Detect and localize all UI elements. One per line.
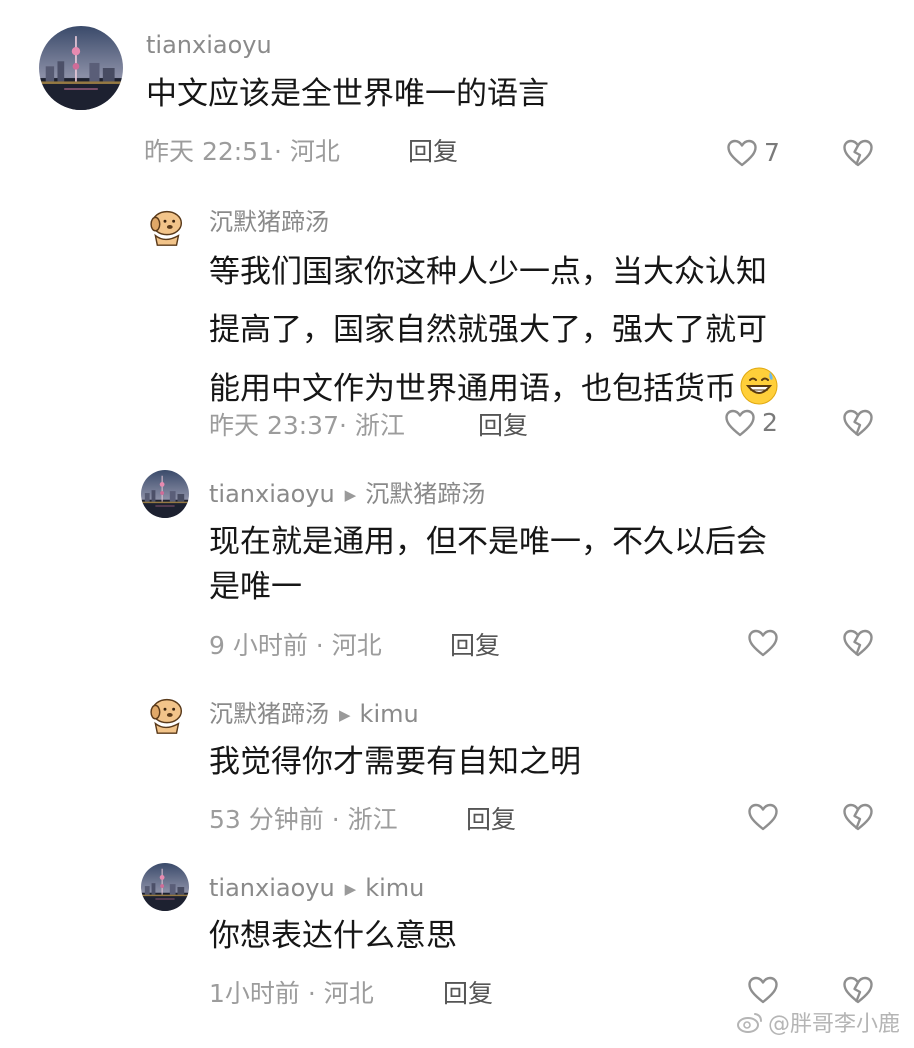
- weibo-logo-icon: [736, 1013, 762, 1033]
- comment-line: 能用中文作为世界通用语，也包括货币: [209, 366, 779, 412]
- broken-heart-icon: [842, 138, 874, 168]
- reply-to-username: 沉默猪蹄汤: [365, 480, 486, 508]
- reply-to-username: kimu: [359, 700, 419, 728]
- reply-arrow-icon: ▶: [344, 880, 357, 898]
- username-text: tianxiaoyu: [146, 31, 272, 59]
- heart-icon: [747, 802, 779, 832]
- comment-text: 中文应该是全世界唯一的语言: [146, 72, 549, 117]
- comment-username[interactable]: tianxiaoyu ▶ kimu: [209, 873, 424, 904]
- reply-arrow-icon: ▶: [344, 486, 357, 504]
- dislike-button[interactable]: [842, 802, 874, 832]
- like-button[interactable]: [747, 975, 779, 1005]
- avatar[interactable]: [141, 470, 189, 518]
- comment-text: 你想表达什么意思: [209, 914, 457, 959]
- cartoon-dog-avatar-image: [141, 690, 189, 738]
- comment-text: 我觉得你才需要有自知之明: [209, 740, 581, 785]
- grinning-sweat-emoji: [740, 367, 778, 405]
- comment-line: 是唯一: [209, 569, 302, 605]
- comment-line: 中文应该是全世界唯一的语言: [146, 76, 549, 112]
- reply-button[interactable]: 回复: [478, 410, 528, 442]
- like-button[interactable]: 2: [724, 408, 778, 438]
- like-count: 7: [764, 138, 780, 167]
- comment-line: 提高了，国家自然就强大了，强大了就可: [209, 312, 767, 348]
- dislike-button[interactable]: [842, 975, 874, 1005]
- dislike-button[interactable]: [842, 628, 874, 658]
- comment-line: 你想表达什么意思: [209, 918, 457, 954]
- heart-icon: [747, 628, 779, 658]
- broken-heart-icon: [842, 408, 874, 438]
- broken-heart-icon: [842, 975, 874, 1005]
- comment-time-location: 昨天 23:37· 浙江: [209, 411, 405, 440]
- avatar[interactable]: [141, 863, 189, 911]
- reply-arrow-icon: ▶: [339, 706, 351, 724]
- watermark: @胖哥李小鹿: [736, 1006, 900, 1038]
- avatar[interactable]: [39, 26, 123, 110]
- broken-heart-icon: [842, 802, 874, 832]
- comment-username[interactable]: 沉默猪蹄汤 ▶ kimu: [209, 699, 419, 730]
- comment-time-location: 53 分钟前 · 浙江: [209, 805, 398, 834]
- watermark-text: @胖哥李小鹿: [767, 1012, 900, 1037]
- avatar[interactable]: [141, 690, 189, 738]
- like-button[interactable]: [747, 628, 779, 658]
- reply-button[interactable]: 回复: [450, 630, 500, 662]
- reply-button[interactable]: 回复: [408, 136, 458, 168]
- broken-heart-icon: [842, 628, 874, 658]
- dislike-button[interactable]: [842, 138, 874, 168]
- comment-time-location: 1小时前 · 河北: [209, 979, 374, 1008]
- comment-line: 等我们国家你这种人少一点，当大众认知: [209, 254, 767, 290]
- reply-to-username: kimu: [365, 874, 425, 902]
- heart-icon: [726, 138, 758, 168]
- cartoon-dog-avatar-image: [141, 202, 189, 250]
- username-text: 沉默猪蹄汤: [209, 700, 329, 728]
- comment-time-location: 9 小时前 · 河北: [209, 631, 382, 660]
- like-count: 2: [762, 408, 778, 437]
- city-skyline-avatar-image: [141, 863, 189, 911]
- heart-icon: [724, 408, 756, 438]
- reply-button[interactable]: 回复: [466, 804, 516, 836]
- city-skyline-avatar-image: [141, 470, 189, 518]
- like-button[interactable]: [747, 802, 779, 832]
- like-button[interactable]: 7: [726, 138, 780, 168]
- comment-line-text: 能用中文作为世界通用语，也包括货币: [209, 371, 736, 407]
- comment-line: 现在就是通用，但不是唯一，不久以后会: [209, 524, 767, 560]
- comment-text: 现在就是通用，但不是唯一，不久以后会 是唯一: [209, 520, 767, 610]
- username-text: 沉默猪蹄汤: [209, 208, 329, 236]
- comment-text: 等我们国家你这种人少一点，当大众认知 提高了，国家自然就强大了，强大了就可 能用…: [209, 250, 779, 412]
- comment-username[interactable]: 沉默猪蹄汤: [209, 207, 329, 237]
- avatar[interactable]: [141, 202, 189, 250]
- username-text: tianxiaoyu: [209, 874, 335, 902]
- comment-username[interactable]: tianxiaoyu ▶ 沉默猪蹄汤: [209, 479, 485, 510]
- comment-line: 我觉得你才需要有自知之明: [209, 744, 581, 780]
- username-text: tianxiaoyu: [209, 480, 335, 508]
- reply-button[interactable]: 回复: [443, 978, 493, 1010]
- city-skyline-avatar-image: [39, 26, 123, 110]
- dislike-button[interactable]: [842, 408, 874, 438]
- comment-time-location: 昨天 22:51· 河北: [144, 137, 340, 166]
- heart-icon: [747, 975, 779, 1005]
- comment-username[interactable]: tianxiaoyu: [146, 30, 272, 60]
